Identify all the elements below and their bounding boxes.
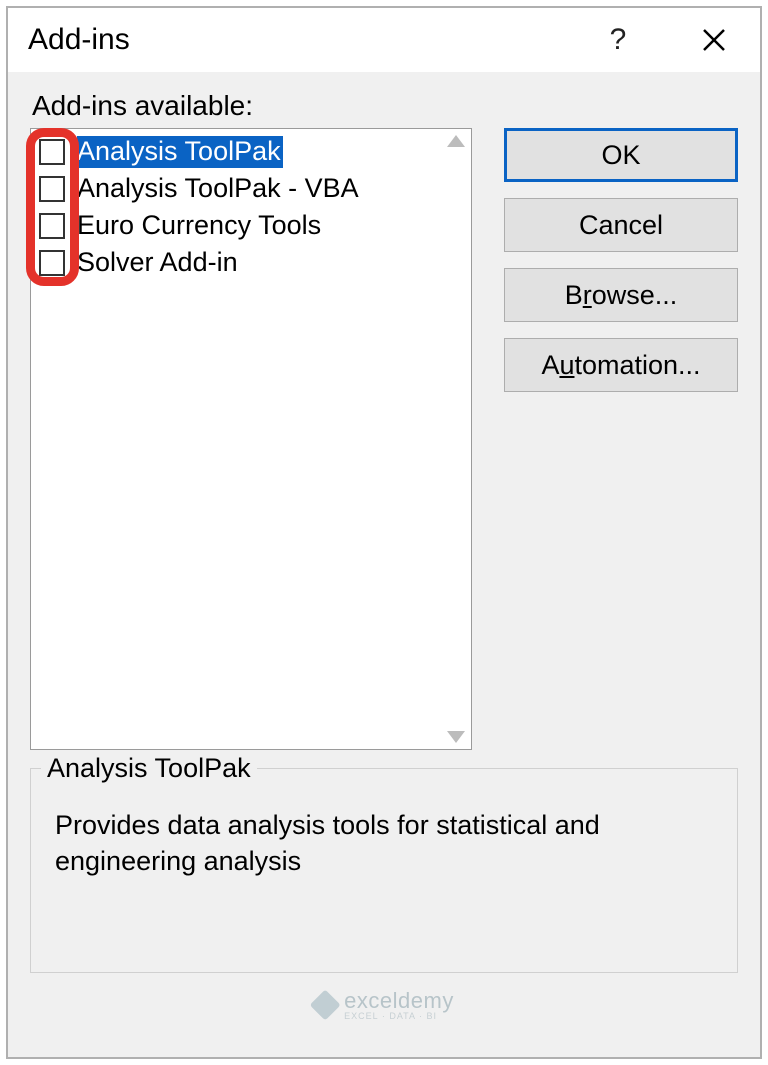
button-label: Browse...	[565, 280, 678, 311]
checkbox[interactable]	[39, 139, 65, 165]
close-button[interactable]	[686, 12, 742, 68]
watermark-logo-icon	[310, 989, 341, 1020]
list-item-label: Euro Currency Tools	[77, 210, 321, 241]
addins-listbox[interactable]: Analysis ToolPak Analysis ToolPak - VBA …	[30, 128, 472, 750]
button-label: OK	[601, 140, 640, 171]
watermark: exceldemy EXCEL · DATA · BI	[314, 988, 454, 1021]
available-label: Add-ins available:	[30, 90, 738, 122]
dialog-body: Add-ins available: Analysis ToolPak Anal…	[8, 72, 760, 1057]
close-icon	[701, 27, 727, 53]
list-item-label: Solver Add-in	[77, 247, 238, 278]
dialog-title: Add-ins	[28, 23, 590, 57]
titlebar: Add-ins ?	[8, 8, 760, 72]
scroll-down-icon[interactable]	[447, 731, 465, 743]
list-item[interactable]: Solver Add-in	[31, 244, 441, 281]
scroll-up-icon[interactable]	[447, 135, 465, 147]
details-groupbox: Analysis ToolPak Provides data analysis …	[30, 768, 738, 973]
details-description: Provides data analysis tools for statist…	[49, 797, 719, 882]
checkbox[interactable]	[39, 250, 65, 276]
scrollbar[interactable]	[441, 129, 471, 749]
button-label: Automation...	[541, 350, 700, 381]
browse-button[interactable]: Browse...	[504, 268, 738, 322]
help-button[interactable]: ?	[590, 12, 646, 68]
list-item-label: Analysis ToolPak - VBA	[77, 173, 359, 204]
watermark-brand: exceldemy	[344, 988, 454, 1013]
watermark-tagline: EXCEL · DATA · BI	[344, 1011, 454, 1021]
addins-dialog: Add-ins ? Add-ins available: Analysis To…	[6, 6, 762, 1059]
details-legend: Analysis ToolPak	[41, 753, 257, 784]
list-item[interactable]: Analysis ToolPak	[31, 133, 441, 170]
list-item[interactable]: Euro Currency Tools	[31, 207, 441, 244]
cancel-button[interactable]: Cancel	[504, 198, 738, 252]
checkbox[interactable]	[39, 213, 65, 239]
automation-button[interactable]: Automation...	[504, 338, 738, 392]
list-item[interactable]: Analysis ToolPak - VBA	[31, 170, 441, 207]
ok-button[interactable]: OK	[504, 128, 738, 182]
list-item-label: Analysis ToolPak	[77, 136, 283, 168]
button-label: Cancel	[579, 210, 663, 241]
checkbox[interactable]	[39, 176, 65, 202]
